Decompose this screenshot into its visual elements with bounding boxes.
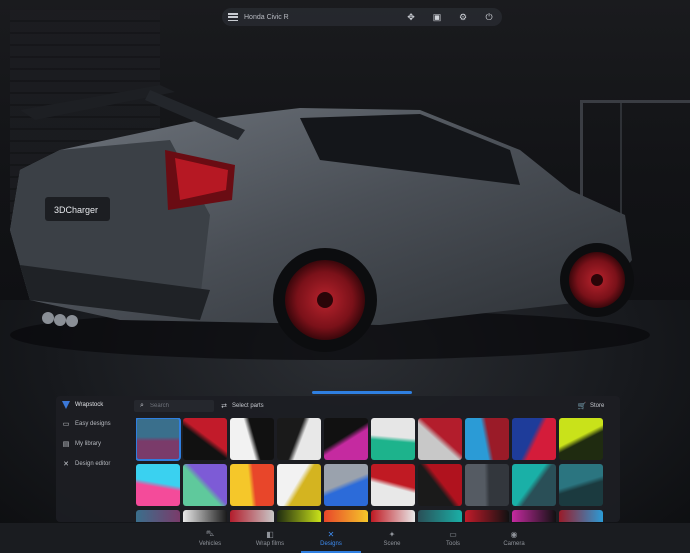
design-tile[interactable] <box>512 464 556 506</box>
sidebar-item-label: Easy designs <box>75 421 111 427</box>
menu-icon[interactable] <box>228 12 238 22</box>
car-icon: ⛍ <box>205 529 215 538</box>
design-tile[interactable] <box>324 510 368 522</box>
nav-label: Tools <box>445 540 460 547</box>
design-tile[interactable] <box>418 418 462 460</box>
nav-camera[interactable]: ◉ Camera <box>484 523 544 553</box>
wrapstock-logo-icon <box>62 401 70 409</box>
design-tile[interactable] <box>277 464 321 506</box>
design-tile[interactable] <box>324 418 368 460</box>
sidebar-item-my-library[interactable]: ▤ My library <box>56 434 130 454</box>
nav-designs[interactable]: ✕ Designs <box>301 523 361 553</box>
nav-wrap-films[interactable]: ◧ Wrap films <box>240 523 300 553</box>
design-tile[interactable] <box>559 464 603 506</box>
scene-icon: ✦ <box>388 529 396 539</box>
design-tile[interactable] <box>230 418 274 460</box>
sidebar-item-label: My library <box>75 441 102 447</box>
design-tile[interactable] <box>371 464 415 506</box>
design-tile[interactable] <box>559 418 603 460</box>
design-tile[interactable] <box>371 510 415 522</box>
wrench-icon: ✕ <box>63 461 69 468</box>
search-box[interactable]: ⌕ <box>134 400 214 412</box>
select-parts-label: Select parts <box>232 403 264 409</box>
nav-label: Camera <box>503 540 525 547</box>
sidebar-item-design-editor[interactable]: ✕ Design editor <box>56 454 130 474</box>
bottom-nav: ⛍ Vehicles ◧ Wrap films ✕ Designs ✦ Scen… <box>0 523 690 553</box>
exhaust <box>54 314 66 326</box>
design-tile[interactable] <box>559 510 603 522</box>
loading-progress-bar <box>312 391 412 394</box>
design-tile[interactable] <box>512 418 556 460</box>
design-tile[interactable] <box>418 510 462 522</box>
design-tile[interactable] <box>512 510 556 522</box>
design-tile[interactable] <box>136 510 180 522</box>
design-tile[interactable] <box>136 464 180 506</box>
nav-label: Wrap films <box>255 540 285 547</box>
exhaust <box>66 315 78 327</box>
sidebar-item-label: Design editor <box>75 461 111 467</box>
design-panel: Wrapstock ▭ Easy designs ▤ My library ✕ … <box>56 396 620 522</box>
top-toolbar: Honda Civic R ✥ ▣ ⚙ ⏻ <box>222 8 502 26</box>
design-tile[interactable] <box>136 418 181 461</box>
design-tile[interactable] <box>277 418 321 460</box>
front-wheel-hub <box>591 274 603 286</box>
nav-tools[interactable]: ▭ Tools <box>423 523 483 553</box>
design-tile[interactable] <box>324 464 368 506</box>
design-tile[interactable] <box>230 464 274 506</box>
brand-header: Wrapstock <box>56 396 130 414</box>
vehicle-title: Honda Civic R <box>244 13 289 21</box>
design-tile[interactable] <box>183 510 227 522</box>
nav-vehicles[interactable]: ⛍ Vehicles <box>180 523 240 553</box>
layers-icon: ▭ <box>62 421 70 428</box>
search-icon: ⌕ <box>140 402 144 409</box>
store-label: Store <box>590 403 605 409</box>
panel-sidebar: Wrapstock ▭ Easy designs ▤ My library ✕ … <box>56 396 130 522</box>
design-tile[interactable] <box>183 464 227 506</box>
search-input[interactable] <box>150 403 206 409</box>
exhaust <box>42 312 54 324</box>
save-icon[interactable]: ▣ <box>430 10 444 24</box>
design-tile[interactable] <box>465 464 509 506</box>
design-tile[interactable] <box>418 464 462 506</box>
nav-scene[interactable]: ✦ Scene <box>362 523 422 553</box>
design-tile[interactable] <box>465 418 509 460</box>
settings-icon[interactable]: ⚙ <box>456 10 470 24</box>
car-badge: 3DCharger <box>54 205 99 215</box>
library-icon: ▤ <box>62 441 70 448</box>
tools-icon: ▭ <box>449 529 457 539</box>
design-grid <box>136 418 616 522</box>
nav-label: Scene <box>383 540 401 547</box>
sidebar-item-easy-designs[interactable]: ▭ Easy designs <box>56 414 130 434</box>
designs-icon: ✕ <box>327 529 335 539</box>
design-tile[interactable] <box>371 418 415 460</box>
nav-label: Vehicles <box>198 541 222 547</box>
rear-wheel-hub <box>317 292 333 308</box>
nav-label: Designs <box>320 540 342 547</box>
film-icon: ◧ <box>266 529 274 539</box>
parts-icon: ⇄ <box>221 403 227 410</box>
cart-icon: 🛒 <box>577 403 587 410</box>
design-tile[interactable] <box>277 510 321 522</box>
camera-icon: ◉ <box>510 529 518 539</box>
move-icon[interactable]: ✥ <box>404 10 418 24</box>
power-icon[interactable]: ⏻ <box>482 10 496 24</box>
brand-label: Wrapstock <box>75 402 104 408</box>
store-button[interactable]: 🛒 Store <box>577 400 605 412</box>
design-tile[interactable] <box>465 510 509 522</box>
design-tile[interactable] <box>230 510 274 522</box>
design-tile[interactable] <box>183 418 227 460</box>
select-parts-button[interactable]: ⇄ Select parts <box>220 400 264 412</box>
